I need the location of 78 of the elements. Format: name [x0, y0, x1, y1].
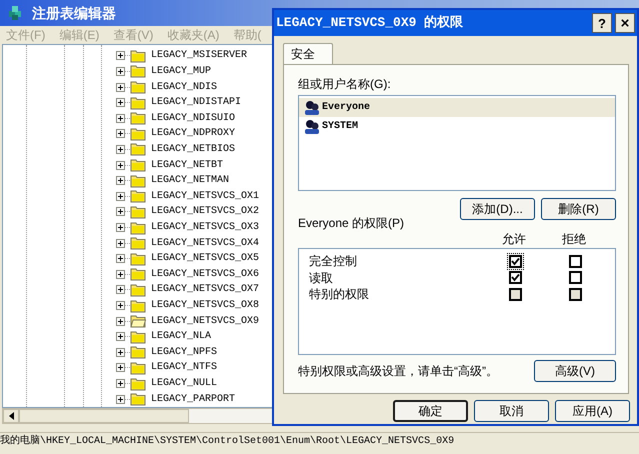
expand-icon[interactable] [116, 114, 125, 123]
window-title: 注册表编辑器 [32, 4, 116, 22]
expand-icon[interactable] [116, 285, 125, 294]
close-button[interactable]: × [615, 13, 635, 33]
tree-item[interactable]: LEGACY_NETSVCS_OX4 [151, 236, 260, 251]
tree-item[interactable]: LEGACY_NETSVCS_OX9 [151, 314, 260, 329]
permissions-label: Everyone 的权限(P) [298, 215, 406, 232]
tree-item[interactable]: LEGACY_NETSVCS_OX3 [151, 220, 260, 235]
remove-button[interactable]: 删除(R) [541, 198, 616, 220]
help-button[interactable]: ? [592, 13, 612, 33]
tree-item[interactable]: LEGACY_NETSVCS_OX6 [151, 266, 260, 282]
tab[interactable]: 安全 [283, 43, 333, 64]
tree-item[interactable]: LEGACY_NETSVCS_OX7 [151, 282, 260, 298]
tree-item[interactable]: LEGACY_NTFS [151, 360, 218, 376]
tree-item[interactable]: LEGACY_NDISUIO [151, 110, 236, 126]
expand-icon[interactable] [116, 316, 125, 326]
status-path: 我的电脑\HKEY_LOCAL_MACHINE\SYSTEM\ControlSet001\Enum\Root\LEGACY_NETSVCS_0X9 [0, 434, 454, 449]
tree-item[interactable]: LEGACY_NETSVCS_OX1 [151, 188, 260, 204]
tree-item[interactable]: LEGACY_NETMAN [151, 173, 230, 188]
dialog-title: LEGACY_NETSVCS_0X9 的权限 [276, 14, 464, 32]
expand-icon[interactable] [116, 129, 125, 138]
scroll-left-button[interactable] [3, 409, 19, 423]
expand-icon[interactable] [116, 160, 125, 170]
users-icon [304, 100, 320, 116]
scrollbar-thumb[interactable] [19, 409, 189, 423]
expand-icon[interactable] [116, 144, 125, 154]
advanced-hint: 特别权限或高级设置，请单击“高级”。 [298, 363, 498, 380]
tree-item[interactable]: LEGACY_NETSVCS_OX8 [151, 298, 260, 314]
advanced-button[interactable]: 高级(V) [534, 360, 616, 382]
permission-name: 读取 [309, 270, 334, 287]
permission-name: 特别的权限 [309, 286, 370, 304]
expand-icon[interactable] [116, 66, 125, 76]
expand-icon[interactable] [116, 223, 125, 232]
users-label: 组或用户名称(G): [298, 76, 392, 93]
expand-icon[interactable] [116, 348, 125, 357]
column-header: 拒绝 [562, 231, 586, 248]
tree-item[interactable]: LEGACY_PARPORT [151, 392, 236, 407]
tree-item[interactable]: LEGACY_NDISTAPI [151, 95, 242, 110]
expand-icon[interactable] [116, 51, 125, 60]
expand-icon[interactable] [116, 394, 125, 404]
left-arrow-icon [8, 412, 14, 420]
dialog-button[interactable]: 取消 [474, 400, 549, 422]
tree-item[interactable]: LEGACY_NETBT [151, 158, 224, 173]
expand-icon[interactable] [116, 332, 125, 342]
add-button[interactable]: 添加(D)... [460, 198, 535, 220]
expand-icon[interactable] [116, 363, 125, 372]
deny-checkbox[interactable] [569, 271, 582, 284]
expand-icon[interactable] [116, 176, 125, 186]
expand-icon[interactable] [116, 82, 125, 92]
tree-item[interactable]: LEGACY_NLA [151, 329, 212, 344]
tree-item[interactable]: LEGACY_NETBIOS [151, 142, 236, 157]
tree-item[interactable]: LEGACY_MUP [151, 64, 212, 79]
allow-checkbox[interactable] [509, 254, 522, 268]
permission-name: 完全控制 [309, 253, 358, 270]
expand-icon[interactable] [116, 270, 125, 279]
expand-icon[interactable] [116, 301, 125, 310]
allow-checkbox[interactable] [509, 271, 522, 284]
expand-icon[interactable] [116, 207, 125, 216]
user-item[interactable]: SYSTEM [299, 117, 615, 136]
user-item[interactable]: Everyone [299, 98, 615, 117]
tree-item[interactable]: LEGACY_MSISERVER [151, 48, 248, 64]
expand-icon[interactable] [116, 379, 125, 388]
users-icon [304, 118, 320, 134]
expand-icon[interactable] [116, 192, 125, 201]
expand-icon[interactable] [116, 238, 125, 248]
deny-checkbox[interactable] [569, 254, 582, 268]
expand-icon[interactable] [116, 254, 125, 264]
tree-item[interactable]: LEGACY_NDPROXY [151, 126, 236, 142]
column-header: 允许 [502, 231, 527, 248]
dialog-button[interactable]: 应用(A) [555, 400, 630, 422]
registry-cubes-icon [8, 5, 24, 21]
dialog-button[interactable]: 确定 [393, 400, 468, 422]
expand-icon[interactable] [116, 98, 125, 108]
tree-item[interactable]: LEGACY_NPFS [151, 344, 218, 360]
tree-item[interactable]: LEGACY_NULL [151, 376, 218, 392]
tree-item[interactable]: LEGACY_NETSVCS_OX2 [151, 204, 260, 220]
tree-item[interactable]: LEGACY_NETSVCS_OX5 [151, 251, 260, 266]
tree-item[interactable]: LEGACY_NDIS [151, 80, 218, 95]
